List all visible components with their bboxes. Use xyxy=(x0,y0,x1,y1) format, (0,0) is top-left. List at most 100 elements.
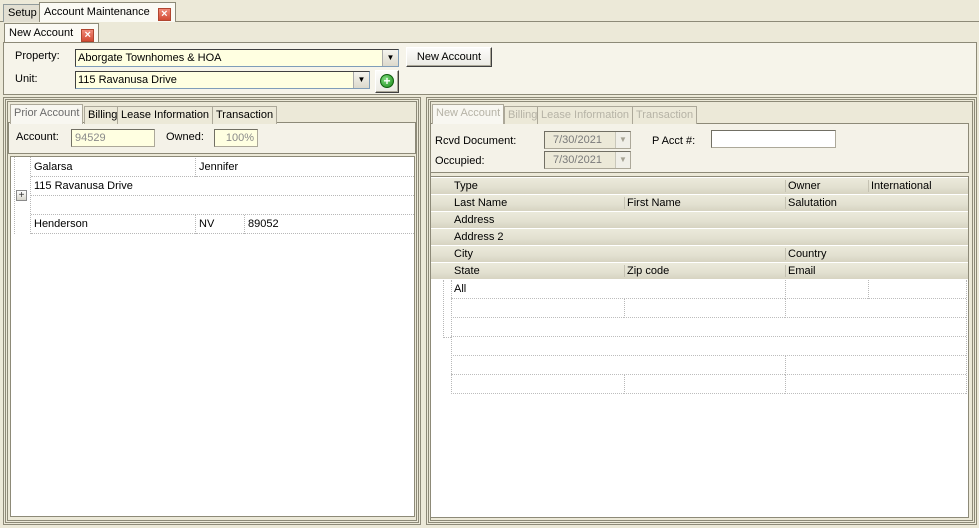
grid-header-row: Last Name First Name Salutation xyxy=(431,195,968,212)
col-salutation[interactable]: Salutation xyxy=(785,197,837,209)
owner-cell[interactable] xyxy=(785,280,868,299)
tab-prior-account[interactable]: Prior Account xyxy=(10,104,84,124)
tab-account-maintenance-label: Account Maintenance xyxy=(44,6,150,18)
plus-expand-icon[interactable]: + xyxy=(16,190,27,201)
col-zip-code[interactable]: Zip code xyxy=(624,265,669,277)
first-name-value: Jennifer xyxy=(199,161,239,173)
account-field[interactable]: 94529 xyxy=(71,129,155,147)
new-account-grid: Type Owner International Last Name First… xyxy=(430,176,969,518)
chevron-down-icon[interactable]: ▼ xyxy=(615,152,630,168)
first-name-cell[interactable]: Jennifer xyxy=(196,158,414,177)
col-type[interactable]: Type xyxy=(452,180,478,192)
address2-cell[interactable] xyxy=(451,337,966,356)
occupied-date[interactable]: 7/30/2021 ▼ xyxy=(544,151,631,169)
city-value: Henderson xyxy=(34,218,88,230)
tab-label: Lease Information xyxy=(121,109,210,121)
new-account-button[interactable]: New Account xyxy=(406,47,492,67)
col-address-2[interactable]: Address 2 xyxy=(452,231,504,243)
international-cell[interactable] xyxy=(868,280,966,299)
email-cell[interactable] xyxy=(785,375,966,394)
address-cell[interactable] xyxy=(451,318,966,337)
rcvd-document-label: Rcvd Document: xyxy=(435,135,517,147)
tab-label: Prior Account xyxy=(14,107,80,119)
tab-transaction[interactable]: Transaction xyxy=(632,106,698,124)
unit-value: 115 Ravanusa Drive xyxy=(78,74,177,86)
tree-line xyxy=(443,337,451,338)
tab-billing[interactable]: Billing xyxy=(504,106,542,124)
occupied-label: Occupied: xyxy=(435,155,485,167)
tab-label: Lease Information xyxy=(541,109,630,121)
type-cell[interactable]: All xyxy=(451,280,785,299)
last-name-cell[interactable]: Galarsa xyxy=(31,158,195,177)
property-value: Aborgate Townhomes & HOA xyxy=(78,52,222,64)
address2-cell[interactable] xyxy=(31,196,414,215)
grid-header-row: Type Owner International xyxy=(431,178,968,195)
p-acct-input[interactable] xyxy=(711,130,836,148)
country-cell[interactable] xyxy=(785,356,966,375)
close-icon[interactable]: × xyxy=(81,29,95,42)
add-unit-button[interactable]: + xyxy=(375,70,399,93)
add-circle-icon: + xyxy=(380,74,394,88)
last-name-value: Galarsa xyxy=(34,161,73,173)
tab-setup[interactable]: Setup xyxy=(3,4,42,22)
col-first-name[interactable]: First Name xyxy=(624,197,681,209)
zip-value: 89052 xyxy=(248,218,279,230)
grid-header-row: City Country xyxy=(431,246,968,263)
tab-lease-information[interactable]: Lease Information xyxy=(537,106,634,124)
property-select[interactable]: Aborgate Townhomes & HOA ▼ xyxy=(75,49,399,67)
tab-new-account-document[interactable]: New Account × xyxy=(4,23,100,42)
tab-new-account-label: New Account xyxy=(9,27,74,39)
rcvd-document-date[interactable]: 7/30/2021 ▼ xyxy=(544,131,631,149)
property-label: Property: xyxy=(15,50,60,62)
col-country[interactable]: Country xyxy=(785,248,827,260)
chevron-down-icon[interactable]: ▼ xyxy=(615,132,630,148)
grid-header-row: State Zip code Email xyxy=(431,263,968,280)
first-name-cell[interactable] xyxy=(624,299,785,318)
unit-select[interactable]: 115 Ravanusa Drive ▼ xyxy=(75,71,370,89)
tree-line xyxy=(14,157,15,234)
city-cell[interactable]: Henderson xyxy=(31,215,195,234)
tab-transaction[interactable]: Transaction xyxy=(212,106,278,124)
p-acct-label: P Acct #: xyxy=(652,135,696,147)
col-state[interactable]: State xyxy=(452,265,480,277)
tab-label: Transaction xyxy=(216,109,274,121)
last-name-cell[interactable] xyxy=(451,299,624,318)
col-city[interactable]: City xyxy=(452,248,473,260)
account-label: Account: xyxy=(16,131,59,143)
tab-billing[interactable]: Billing xyxy=(84,106,122,124)
close-icon[interactable]: × xyxy=(157,8,171,21)
col-last-name[interactable]: Last Name xyxy=(452,197,507,209)
tab-lease-information[interactable]: Lease Information xyxy=(117,106,214,124)
grid-right-edge xyxy=(966,280,967,394)
occupied-value: 7/30/2021 xyxy=(553,154,602,166)
owned-field[interactable]: 100% xyxy=(214,129,258,147)
col-international[interactable]: International xyxy=(868,180,932,192)
new-account-fields xyxy=(430,123,969,173)
tab-label: Billing xyxy=(508,109,538,121)
grid-header-row: Address 2 xyxy=(431,229,968,246)
header-panel: Property: Aborgate Townhomes & HOA ▼ New… xyxy=(3,42,977,95)
unit-label: Unit: xyxy=(15,73,38,85)
zip-code-cell[interactable] xyxy=(624,375,785,394)
tab-new-account[interactable]: New Account xyxy=(432,104,505,124)
chevron-down-icon[interactable]: ▼ xyxy=(382,50,398,66)
address-value: 115 Ravanusa Drive xyxy=(34,180,133,192)
tab-setup-label: Setup xyxy=(8,7,37,19)
chevron-down-icon[interactable]: ▼ xyxy=(353,72,369,88)
state-cell[interactable]: NV xyxy=(196,215,244,234)
type-value: All xyxy=(454,283,467,295)
account-value: 94529 xyxy=(75,132,106,144)
rcvd-document-value: 7/30/2021 xyxy=(553,134,602,146)
city-cell[interactable] xyxy=(451,356,785,375)
salutation-cell[interactable] xyxy=(785,299,966,318)
tab-label: Transaction xyxy=(636,109,694,121)
state-cell[interactable] xyxy=(451,375,624,394)
zip-cell[interactable]: 89052 xyxy=(245,215,414,234)
address-cell[interactable]: 115 Ravanusa Drive xyxy=(31,177,414,196)
col-address[interactable]: Address xyxy=(452,214,494,226)
tab-account-maintenance[interactable]: Account Maintenance × xyxy=(39,2,176,22)
col-email[interactable]: Email xyxy=(785,265,816,277)
grid-header-row: Address xyxy=(431,212,968,229)
tab-label: New Account xyxy=(436,107,501,119)
col-owner[interactable]: Owner xyxy=(785,180,820,192)
